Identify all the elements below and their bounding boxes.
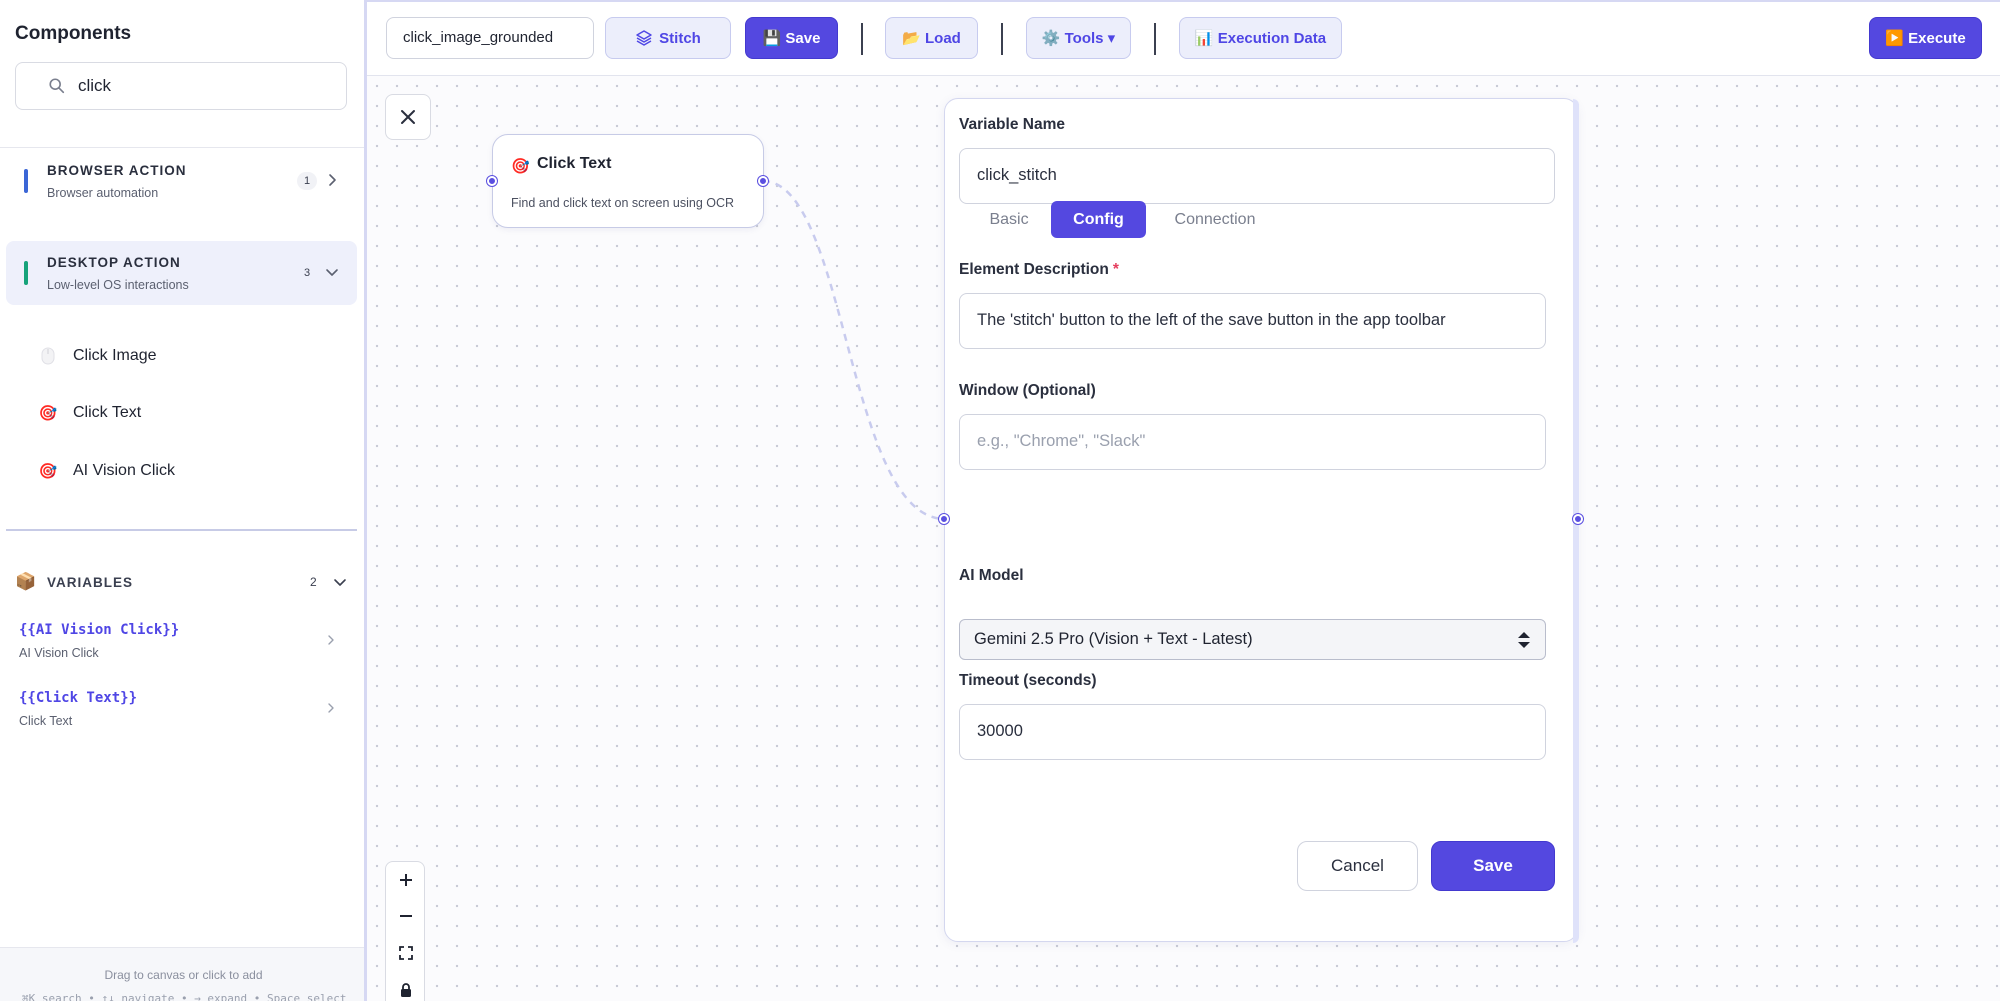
zoom-in-button[interactable] <box>386 862 426 898</box>
toolbar-separator <box>1154 23 1156 55</box>
variable-source: Click Text <box>19 714 73 728</box>
plus-icon <box>400 874 412 886</box>
target-icon: 🎯 <box>511 158 530 175</box>
workflow-node-click-text[interactable]: 🎯 Click Text Find and click text on scre… <box>492 134 764 228</box>
variable-item-ai-vision-click[interactable]: {{AI Vision Click}} AI Vision Click <box>19 622 339 666</box>
category-name: DESKTOP ACTION <box>47 255 181 270</box>
chevron-down-icon <box>326 269 338 276</box>
divider <box>0 147 364 148</box>
component-label: AI Vision Click <box>73 462 175 479</box>
toolbar-separator <box>861 23 863 55</box>
timeout-input[interactable]: 30000 <box>959 704 1546 760</box>
search-value: click <box>78 76 112 95</box>
chevron-down-icon <box>334 579 346 586</box>
required-indicator: * <box>1112 261 1119 278</box>
divider <box>6 529 357 531</box>
workflow-canvas[interactable]: 🎯 Click Text Find and click text on scre… <box>367 76 2000 1001</box>
component-search-input[interactable]: click <box>15 62 347 110</box>
fit-view-button[interactable] <box>386 935 426 971</box>
target-icon: 🎯 <box>38 463 58 480</box>
tab-connection[interactable]: Connection <box>1155 201 1275 238</box>
category-description: Browser automation <box>47 186 159 200</box>
lock-icon <box>401 983 411 997</box>
category-desktop-action[interactable]: DESKTOP ACTION Low-level OS interactions… <box>6 241 357 305</box>
sidebar-footer: Drag to canvas or click to add ⌘K search… <box>0 947 364 1001</box>
node-input-handle[interactable] <box>487 176 497 186</box>
variable-item-click-text[interactable]: {{Click Text}} Click Text <box>19 690 339 734</box>
category-browser-action[interactable]: BROWSER ACTION Browser automation 1 <box>6 149 357 213</box>
sidebar-footer-hint: Drag to canvas or click to add <box>104 968 263 982</box>
execution-data-button[interactable]: 📊 Execution Data <box>1179 17 1342 59</box>
category-color-bar <box>24 261 28 285</box>
package-icon: 📦 <box>15 572 37 591</box>
node-config-panel: Variable Name click_stitch Basic Config … <box>944 98 1579 943</box>
cancel-button[interactable]: Cancel <box>1297 841 1418 891</box>
variables-title: VARIABLES <box>47 575 134 590</box>
components-sidebar: Components click BROWSER ACTION Browser … <box>0 0 367 1001</box>
variable-token: {{Click Text}} <box>19 690 138 706</box>
chevron-right-icon <box>329 174 336 186</box>
search-icon <box>49 78 65 94</box>
target-icon: 🎯 <box>38 405 58 422</box>
stitch-label: Stitch <box>659 29 701 47</box>
element-description-label-text: Element Description <box>959 261 1109 278</box>
panel-input-handle[interactable] <box>939 514 949 524</box>
variable-name-label: Variable Name <box>959 116 1065 133</box>
component-item-ai-vision-click[interactable]: 🎯 AI Vision Click <box>38 456 175 486</box>
node-title: Click Text <box>537 155 612 172</box>
element-description-label: Element Description * <box>959 261 1119 279</box>
chevron-right-icon <box>328 703 334 713</box>
category-count-badge: 1 <box>297 172 317 190</box>
component-label: Click Image <box>73 347 157 364</box>
window-input[interactable]: e.g., "Chrome", "Slack" <box>959 414 1546 470</box>
element-description-input[interactable]: The 'stitch' button to the left of the s… <box>959 293 1546 349</box>
tools-dropdown-button[interactable]: ⚙️ Tools ▾ <box>1026 17 1131 59</box>
timeout-label: Timeout (seconds) <box>959 672 1097 689</box>
save-workflow-button[interactable]: 💾 Save <box>745 17 838 59</box>
app-toolbar: click_image_grounded Stitch 💾 Save 📂 Loa… <box>367 0 2000 76</box>
workflow-name-input[interactable]: click_image_grounded <box>386 17 594 59</box>
component-item-click-image[interactable]: Click Image <box>38 341 157 371</box>
panel-output-handle[interactable] <box>1573 514 1583 524</box>
save-config-button[interactable]: Save <box>1431 841 1555 891</box>
layers-icon <box>636 30 652 46</box>
category-count-badge: 3 <box>303 267 311 279</box>
variable-token: {{AI Vision Click}} <box>19 622 180 638</box>
fit-view-icon <box>399 946 413 960</box>
variables-section-header[interactable]: 📦 VARIABLES 2 <box>15 570 350 594</box>
sidebar-title: Components <box>15 23 132 44</box>
window-label: Window (Optional) <box>959 382 1096 399</box>
ai-model-selected-value: Gemini 2.5 Pro (Vision + Text - Latest) <box>974 630 1253 648</box>
stitch-button[interactable]: Stitch <box>605 17 731 59</box>
select-arrows-icon <box>1518 632 1530 648</box>
variables-count: 2 <box>310 575 317 589</box>
category-color-bar <box>24 169 28 193</box>
chevron-right-icon <box>328 635 334 645</box>
toolbar-separator <box>1001 23 1003 55</box>
execute-button[interactable]: ▶️ Execute <box>1869 17 1982 59</box>
node-description: Find and click text on screen using OCR <box>511 196 735 210</box>
component-label: Click Text <box>73 404 142 421</box>
mouse-icon <box>38 346 58 366</box>
zoom-controls <box>385 861 425 1001</box>
ai-model-select[interactable]: Gemini 2.5 Pro (Vision + Text - Latest) <box>959 619 1546 660</box>
minus-icon <box>400 915 412 917</box>
variable-source: AI Vision Click <box>19 646 99 660</box>
tab-basic[interactable]: Basic <box>967 201 1051 238</box>
ai-model-label: AI Model <box>959 567 1024 584</box>
tab-config[interactable]: Config <box>1051 201 1146 238</box>
load-button[interactable]: 📂 Load <box>885 17 978 59</box>
variable-name-input[interactable]: click_stitch <box>959 148 1555 204</box>
category-name: BROWSER ACTION <box>47 163 187 178</box>
keyboard-shortcuts-hint: ⌘K search • ↑↓ navigate • → expand • Spa… <box>22 992 347 1001</box>
lock-button[interactable] <box>386 972 426 1001</box>
category-description: Low-level OS interactions <box>47 278 189 292</box>
component-item-click-text[interactable]: 🎯 Click Text <box>38 398 142 428</box>
node-output-handle[interactable] <box>758 176 768 186</box>
zoom-out-button[interactable] <box>386 898 426 934</box>
